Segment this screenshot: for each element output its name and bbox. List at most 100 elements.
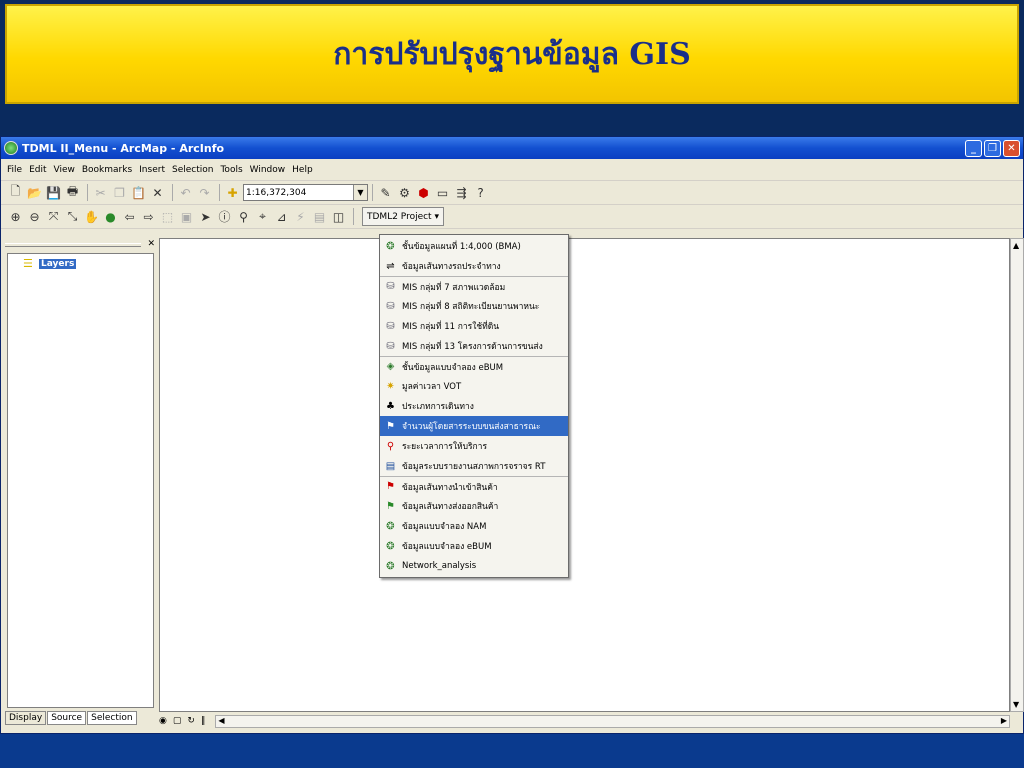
menu-item-network-analysis[interactable]: ❂ Network_analysis bbox=[380, 556, 568, 576]
save-icon[interactable]: 💾 bbox=[45, 184, 62, 201]
minimize-button[interactable]: _ bbox=[965, 139, 982, 157]
tab-display[interactable]: Display bbox=[5, 711, 47, 725]
scroll-down-icon[interactable]: ▼ bbox=[1013, 700, 1019, 709]
model-builder-icon[interactable]: ⇶ bbox=[453, 184, 470, 201]
menu-item-nam-model[interactable]: ❂ ข้อมูลแบบจำลอง NAM bbox=[380, 516, 568, 536]
toc-layers-label: Layers bbox=[39, 259, 77, 269]
back-arrow-icon[interactable]: ⇦ bbox=[121, 208, 138, 225]
arctoolbox-icon[interactable]: ⬢ bbox=[415, 184, 432, 201]
layout-view-icon[interactable]: ▢ bbox=[173, 716, 182, 726]
new-document-icon[interactable]: 🗋 bbox=[7, 184, 24, 201]
cut-icon[interactable]: ✂ bbox=[92, 184, 109, 201]
paste-icon[interactable]: 📋 bbox=[130, 184, 147, 201]
scroll-right-icon[interactable]: ▶ bbox=[1001, 716, 1007, 725]
menu-bar: File Edit View Bookmarks Insert Selectio… bbox=[1, 159, 1023, 181]
pan-hand-icon[interactable]: ✋ bbox=[83, 208, 100, 225]
menu-help[interactable]: Help bbox=[292, 165, 313, 175]
find-binoculars-icon[interactable]: ⚲ bbox=[235, 208, 252, 225]
menu-bookmarks[interactable]: Bookmarks bbox=[82, 165, 132, 175]
window-title: TDML II_Menu - ArcMap - ArcInfo bbox=[22, 141, 225, 155]
scroll-up-icon[interactable]: ▲ bbox=[1013, 241, 1019, 250]
menu-tools[interactable]: Tools bbox=[220, 165, 242, 175]
menu-item-mis-group-7[interactable]: ⛁ MIS กลุ่มที่ 7 สภาพแวดล้อม bbox=[380, 276, 568, 296]
data-view-icon[interactable]: ◉ bbox=[159, 716, 167, 726]
forward-arrow-icon[interactable]: ⇨ bbox=[140, 208, 157, 225]
menu-item-mis-group-8[interactable]: ⛁ MIS กลุ่มที่ 8 สถิติทะเบียนยานพาหนะ bbox=[380, 296, 568, 316]
tdml2-project-menu-button[interactable]: TDML2 Project ▾ bbox=[362, 207, 444, 226]
menu-insert[interactable]: Insert bbox=[139, 165, 165, 175]
copy-icon[interactable]: ❐ bbox=[111, 184, 128, 201]
select-elements-arrow-icon[interactable]: ➤ bbox=[197, 208, 214, 225]
whats-this-help-icon[interactable]: ? bbox=[472, 184, 489, 201]
clear-selection-icon[interactable]: ▣ bbox=[178, 208, 195, 225]
standard-toolbar: 🗋 📂 💾 🖶 ✂ ❐ 📋 ✕ ↶ ↷ ✚ 1:16,372,304 ▼ ✎ ⚙… bbox=[1, 181, 1023, 205]
tab-source[interactable]: Source bbox=[47, 711, 87, 725]
add-data-icon[interactable]: ✚ bbox=[224, 184, 241, 201]
delete-icon[interactable]: ✕ bbox=[149, 184, 166, 201]
menu-edit[interactable]: Edit bbox=[29, 165, 46, 175]
menu-file[interactable]: File bbox=[7, 165, 22, 175]
menu-window[interactable]: Window bbox=[250, 165, 286, 175]
full-extent-globe-icon[interactable]: ● bbox=[102, 208, 119, 225]
toc-grip[interactable] bbox=[5, 243, 141, 247]
undo-icon[interactable]: ↶ bbox=[177, 184, 194, 201]
pause-drawing-icon[interactable]: ‖ bbox=[201, 716, 206, 726]
menu-item-trip-type[interactable]: ♣ ประเภทการเดินทาง bbox=[380, 396, 568, 416]
toc-close-icon[interactable]: ✕ bbox=[147, 239, 155, 249]
command-line-icon[interactable]: ▭ bbox=[434, 184, 451, 201]
toolbar-separator bbox=[219, 184, 220, 201]
menu-item-export-routes[interactable]: ⚑ ข้อมูลเส้นทางส่งออกสินค้า bbox=[380, 496, 568, 516]
go-to-xy-icon[interactable]: ⌖ bbox=[254, 208, 271, 225]
menu-item-import-routes[interactable]: ⚑ ข้อมูลเส้นทางนำเข้าสินค้า bbox=[380, 476, 568, 496]
toc-layers-node[interactable]: ☰ Layers bbox=[23, 258, 77, 269]
database-icon: ⛁ bbox=[386, 300, 395, 312]
database-icon: ⛁ bbox=[386, 320, 395, 332]
menu-item-mis-group-11[interactable]: ⛁ MIS กลุ่มที่ 11 การใช้ที่ดิน bbox=[380, 316, 568, 336]
menu-selection[interactable]: Selection bbox=[172, 165, 213, 175]
zoom-out-icon[interactable]: ⊖ bbox=[26, 208, 43, 225]
chevron-down-icon[interactable]: ▼ bbox=[353, 185, 367, 200]
refresh-icon[interactable]: ↻ bbox=[187, 716, 195, 726]
tab-selection[interactable]: Selection bbox=[87, 711, 137, 725]
map-vertical-scrollbar[interactable]: ▲ ▼ bbox=[1010, 238, 1024, 712]
fixed-zoom-out-icon[interactable]: ⤡ bbox=[64, 208, 81, 225]
window-titlebar[interactable]: TDML II_Menu - ArcMap - ArcInfo _ ❐ ✕ bbox=[1, 137, 1023, 159]
nam-model-icon: ❂ bbox=[386, 520, 395, 532]
map-canvas[interactable] bbox=[159, 238, 1010, 712]
editor-toolbar-icon[interactable]: ✎ bbox=[377, 184, 394, 201]
hyperlink-icon[interactable]: ⚡ bbox=[292, 208, 309, 225]
menu-item-service-duration[interactable]: ⚲ ระยะเวลาการให้บริการ bbox=[380, 436, 568, 456]
arccatalog-icon[interactable]: ⚙ bbox=[396, 184, 413, 201]
select-features-icon[interactable]: ⬚ bbox=[159, 208, 176, 225]
measure-icon[interactable]: ⊿ bbox=[273, 208, 290, 225]
scroll-left-icon[interactable]: ◀ bbox=[218, 716, 224, 725]
redo-icon[interactable]: ↷ bbox=[196, 184, 213, 201]
toolbar-separator bbox=[353, 208, 354, 225]
identify-icon[interactable]: ⓘ bbox=[216, 208, 233, 225]
zoom-in-icon[interactable]: ⊕ bbox=[7, 208, 24, 225]
ebum-model-icon: ❂ bbox=[386, 540, 395, 552]
slide-title-bar: การปรับปรุงฐานข้อมูล GIS bbox=[5, 4, 1019, 104]
print-icon[interactable]: 🖶 bbox=[64, 184, 81, 201]
map-scale-dropdown[interactable]: 1:16,372,304 ▼ bbox=[243, 184, 368, 201]
menu-view[interactable]: View bbox=[54, 165, 75, 175]
slide-title: การปรับปรุงฐานข้อมูล GIS bbox=[333, 36, 691, 72]
globe-layers-icon: ❂ bbox=[386, 240, 395, 252]
menu-item-public-transit-passengers[interactable]: ⚑ จำนวนผู้โดยสารระบบขนส่งสาธารณะ bbox=[380, 416, 568, 436]
open-folder-icon[interactable]: 📂 bbox=[26, 184, 43, 201]
export-route-icon: ⚑ bbox=[386, 500, 395, 512]
fixed-zoom-in-icon[interactable]: ⤧ bbox=[45, 208, 62, 225]
menu-item-bma-map-layers[interactable]: ❂ ชั้นข้อมูลแผนที่ 1:4,000 (BMA) bbox=[380, 236, 568, 256]
close-button[interactable]: ✕ bbox=[1003, 139, 1020, 157]
menu-item-bus-routes[interactable]: ⇌ ข้อมูลเส้นทางรถประจำทาง bbox=[380, 256, 568, 276]
map-horizontal-scrollbar[interactable]: ◀ ▶ bbox=[215, 714, 1010, 728]
menu-item-mis-group-13[interactable]: ⛁ MIS กลุ่มที่ 13 โครงการด้านการขนส่ง bbox=[380, 336, 568, 356]
create-viewer-icon[interactable]: ◫ bbox=[330, 208, 347, 225]
html-popup-icon[interactable]: ▤ bbox=[311, 208, 328, 225]
menu-item-traffic-report-rt[interactable]: ▤ ข้อมูลระบบรายงานสภาพการจราจร RT bbox=[380, 456, 568, 476]
menu-item-value-of-time[interactable]: ✷ มูลค่าเวลา VOT bbox=[380, 376, 568, 396]
menu-item-ebum-model-layers[interactable]: ◈ ชั้นข้อมูลแบบจำลอง eBUM bbox=[380, 356, 568, 376]
toolbar-separator bbox=[372, 184, 373, 201]
menu-item-ebum-model[interactable]: ❂ ข้อมูลแบบจำลอง eBUM bbox=[380, 536, 568, 556]
restore-button[interactable]: ❐ bbox=[984, 139, 1001, 157]
